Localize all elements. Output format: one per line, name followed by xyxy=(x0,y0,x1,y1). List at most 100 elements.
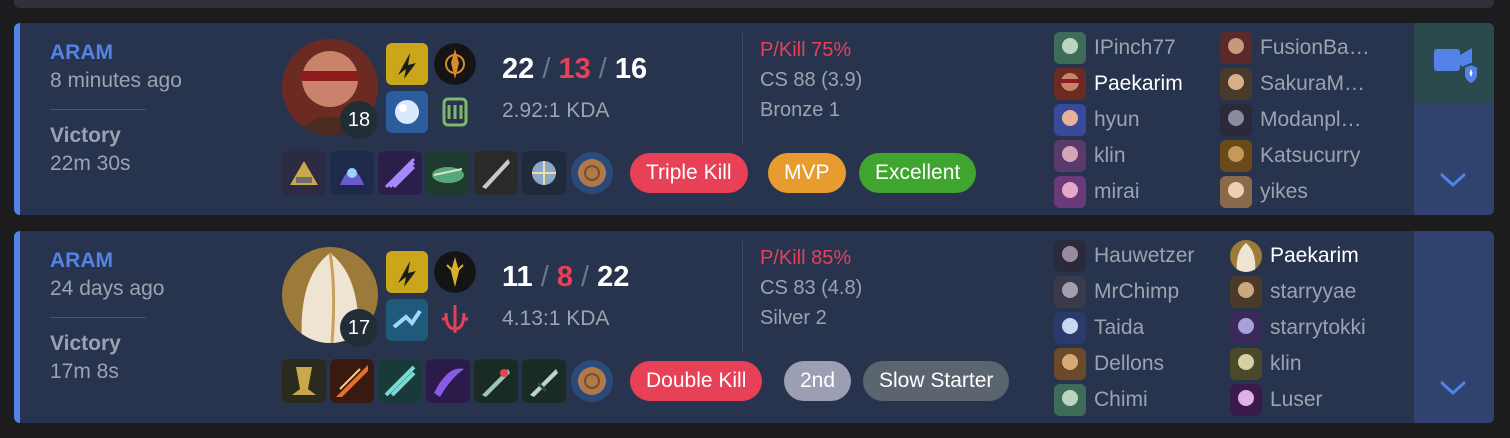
player-row[interactable]: starrytokki xyxy=(1230,311,1366,345)
player-name: Luser xyxy=(1270,388,1323,411)
player-row[interactable]: Dellons xyxy=(1054,347,1164,381)
game-info: ARAM 24 days ago Victory 17m 8s xyxy=(50,249,250,384)
player-row[interactable]: klin xyxy=(1054,139,1126,173)
divider xyxy=(742,33,743,145)
champion-icon xyxy=(1230,312,1262,344)
player-name: starryyae xyxy=(1270,280,1357,303)
kda-score: 11 / 8 / 22 xyxy=(502,261,630,293)
player-row[interactable]: Modanpl… xyxy=(1220,103,1362,137)
champion-icon xyxy=(1220,32,1252,64)
item-slot-icon[interactable] xyxy=(378,359,422,403)
champion-icon xyxy=(1054,68,1086,100)
flash-spell-icon[interactable] xyxy=(386,43,428,85)
kda-ratio: 4.13:1 KDA xyxy=(502,307,610,330)
champion-icon xyxy=(1230,240,1262,272)
poro-snax-icon[interactable] xyxy=(570,151,614,195)
item-slot-icon[interactable] xyxy=(330,359,374,403)
player-name: Modanpl… xyxy=(1260,108,1362,131)
secondary-rune-icon[interactable] xyxy=(434,299,476,341)
item-slot-icon[interactable] xyxy=(522,359,566,403)
player-row[interactable]: FusionBa… xyxy=(1220,31,1370,65)
item-slot-icon[interactable] xyxy=(426,151,470,195)
flash-spell-icon[interactable] xyxy=(386,251,428,293)
player-name: starrytokki xyxy=(1270,316,1366,339)
item-slot-icon[interactable] xyxy=(330,151,374,195)
player-row[interactable]: klin xyxy=(1230,347,1302,381)
divider xyxy=(742,241,743,353)
item-slot-icon[interactable] xyxy=(282,151,326,195)
time-ago: 8 minutes ago xyxy=(50,69,182,92)
player-row[interactable]: starryyae xyxy=(1230,275,1356,309)
result-stripe xyxy=(14,23,20,215)
game-result: Victory xyxy=(50,332,121,355)
kills: 11 xyxy=(502,261,533,293)
kills: 22 xyxy=(502,53,535,85)
item-slot-icon[interactable] xyxy=(378,151,422,195)
player-row[interactable]: MrChimp xyxy=(1054,275,1179,309)
player-row[interactable]: IPinch77 xyxy=(1054,31,1176,65)
divider xyxy=(50,109,146,110)
match-stats: P/Kill 85% CS 83 (4.8) Silver 2 xyxy=(760,243,862,333)
player-row[interactable]: Paekarim xyxy=(1230,239,1359,273)
player-row[interactable]: Paekarim xyxy=(1054,67,1183,101)
player-row[interactable]: hyun xyxy=(1054,103,1140,137)
champion-icon xyxy=(1054,104,1086,136)
result-stripe xyxy=(14,231,20,423)
item-slot-icon[interactable] xyxy=(426,359,470,403)
champion-level: 17 xyxy=(340,309,378,347)
game-duration: 22m 30s xyxy=(50,152,131,175)
player-name: Hauwetzer xyxy=(1094,244,1195,267)
time-ago: 24 days ago xyxy=(50,277,165,300)
chevron-down-icon[interactable] xyxy=(1436,165,1470,193)
primary-rune-icon[interactable] xyxy=(434,251,476,293)
player-row[interactable]: Luser xyxy=(1230,383,1323,417)
champion-icon xyxy=(1220,68,1252,100)
game-duration: 17m 8s xyxy=(50,360,119,383)
ghost-spell-icon[interactable] xyxy=(386,299,428,341)
player-row[interactable]: yikes xyxy=(1220,175,1308,209)
champion-icon xyxy=(1230,348,1262,380)
champion-icon xyxy=(1054,32,1086,64)
player-name: Chimi xyxy=(1094,388,1148,411)
player-name: yikes xyxy=(1260,180,1308,203)
game-mode: ARAM xyxy=(50,249,113,272)
player-row[interactable]: Taida xyxy=(1054,311,1144,345)
player-row[interactable]: mirai xyxy=(1054,175,1140,209)
champion-icon xyxy=(1054,348,1086,380)
player-name: FusionBa… xyxy=(1260,36,1370,59)
secondary-rune-icon[interactable] xyxy=(434,91,476,133)
champion-icon xyxy=(1230,384,1262,416)
chevron-down-icon[interactable] xyxy=(1436,373,1470,401)
video-camera-icon[interactable] xyxy=(1414,23,1494,103)
badge-slow-starter: Slow Starter xyxy=(863,361,1010,401)
player-row[interactable]: SakuraM… xyxy=(1220,67,1365,101)
champion-level: 18 xyxy=(340,101,378,139)
side-actions xyxy=(1414,231,1494,423)
champion-icon xyxy=(1054,140,1086,172)
item-slot-icon[interactable] xyxy=(474,359,518,403)
average-rank: Silver 2 xyxy=(760,307,827,329)
champion-icon xyxy=(1054,312,1086,344)
champion-icon xyxy=(1220,104,1252,136)
player-row[interactable]: Chimi xyxy=(1054,383,1148,417)
kda-ratio: 2.92:1 KDA xyxy=(502,99,610,122)
badge-excellent: Excellent xyxy=(859,153,977,193)
badge-triple-kill: Triple Kill xyxy=(630,153,748,193)
primary-rune-icon[interactable] xyxy=(434,43,476,85)
champion-icon xyxy=(1054,276,1086,308)
item-slot-icon[interactable] xyxy=(522,151,566,195)
player-name: Paekarim xyxy=(1270,244,1359,267)
creep-score: CS 83 (4.8) xyxy=(760,277,863,299)
player-name: Katsucurry xyxy=(1260,144,1361,167)
champion-icon xyxy=(1054,240,1086,272)
match-card: ARAM 8 minutes ago Victory 22m 30s 18 22… xyxy=(14,23,1494,215)
badge-mvp: MVP xyxy=(768,153,846,193)
kill-participation: P/Kill 75% xyxy=(760,39,852,61)
poro-snax-icon[interactable] xyxy=(570,359,614,403)
player-row[interactable]: Katsucurry xyxy=(1220,139,1360,173)
player-row[interactable]: Hauwetzer xyxy=(1054,239,1194,273)
snowball-spell-icon[interactable] xyxy=(386,91,428,133)
badge-double-kill: Double Kill xyxy=(630,361,763,401)
item-slot-icon[interactable] xyxy=(282,359,326,403)
item-slot-icon[interactable] xyxy=(474,151,518,195)
